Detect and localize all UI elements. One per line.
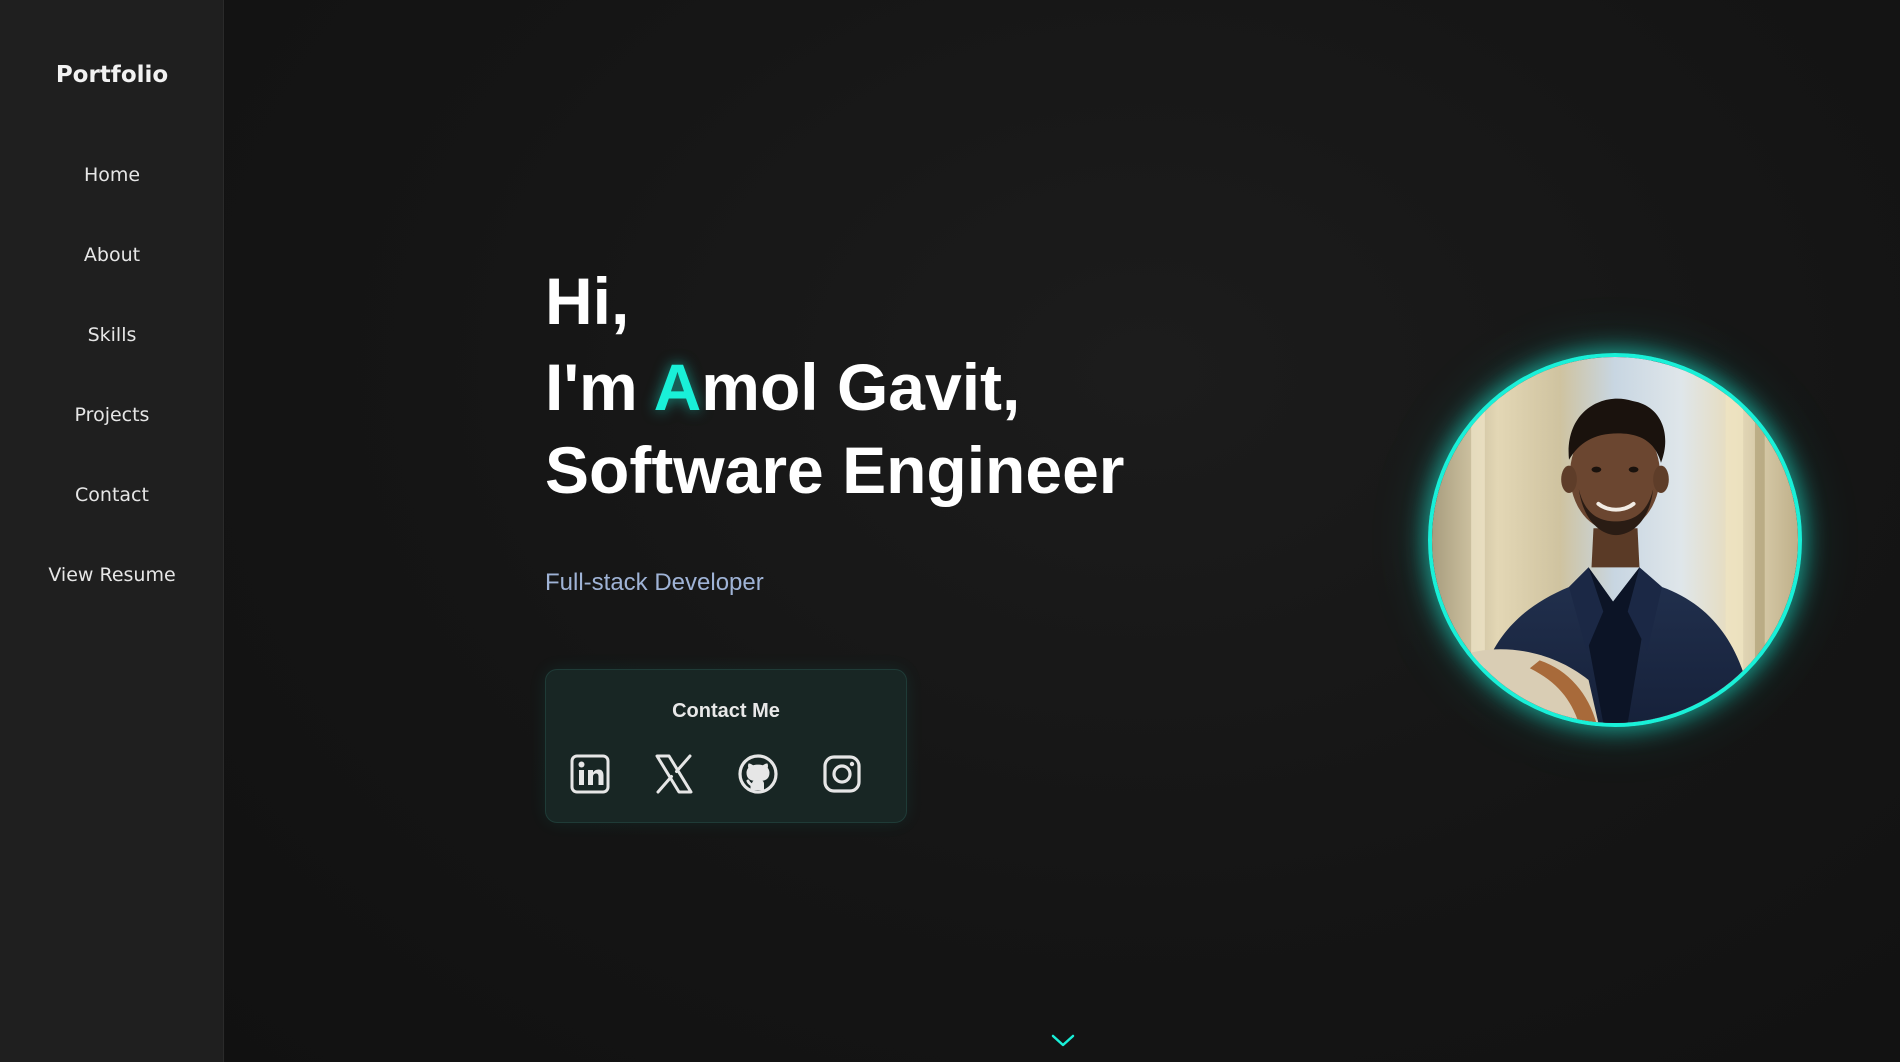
hero-name-prefix: I'm (545, 350, 654, 424)
hero-greeting: Hi, (545, 264, 630, 338)
sidebar-item-view-resume[interactable]: View Resume (0, 564, 224, 586)
x-icon[interactable] (652, 752, 696, 796)
sidebar-item-skills[interactable]: Skills (0, 324, 224, 346)
brand-logo[interactable]: Portfolio (0, 62, 224, 88)
sidebar-item-contact[interactable]: Contact (0, 484, 224, 506)
hero-name-rest: mol Gavit, (701, 350, 1021, 424)
sidebar-item-home[interactable]: Home (0, 164, 224, 186)
profile-photo (1428, 353, 1802, 727)
contact-title: Contact Me (672, 700, 780, 722)
chevron-down-icon[interactable] (1050, 1032, 1076, 1050)
hero-name-accent: A (653, 350, 702, 424)
hero-subtitle: Full-stack Developer (545, 569, 764, 596)
hero-name: I'm Amol Gavit, (545, 354, 1020, 420)
sidebar-item-about[interactable]: About (0, 244, 224, 266)
linkedin-icon[interactable] (568, 752, 612, 796)
github-icon[interactable] (736, 752, 780, 796)
contact-card: Contact Me (545, 669, 907, 823)
sidebar: Portfolio Home About Skills Projects Con… (0, 0, 224, 1062)
instagram-icon[interactable] (820, 752, 864, 796)
hero-title: Software Engineer (545, 433, 1125, 507)
sidebar-item-projects[interactable]: Projects (0, 404, 224, 426)
